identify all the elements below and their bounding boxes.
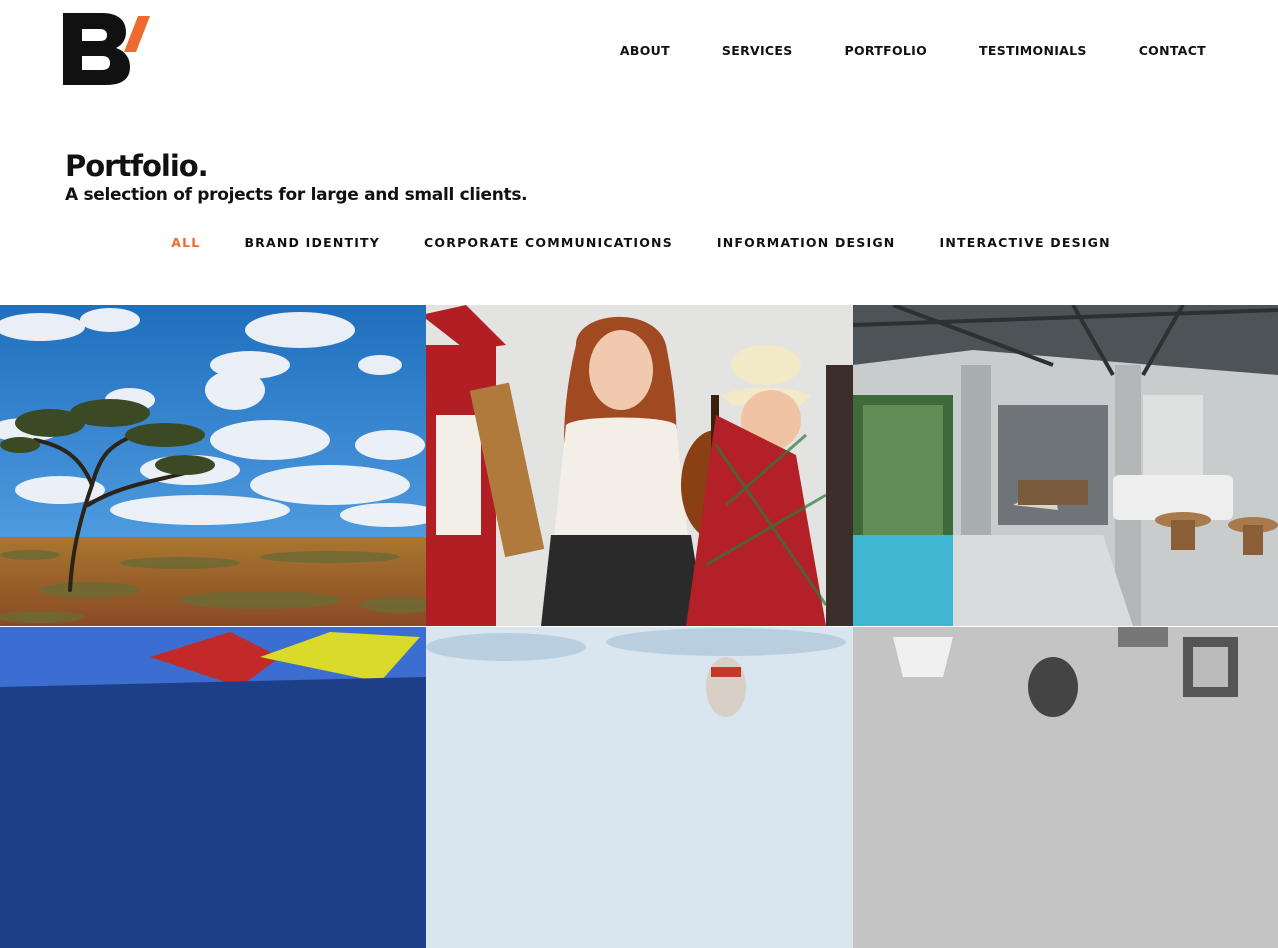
b-slash-logo-icon[interactable] xyxy=(62,12,152,87)
filter-information-design[interactable]: INFORMATION DESIGN xyxy=(717,235,896,250)
nav-about[interactable]: ABOUT xyxy=(620,43,670,58)
main-nav: ABOUT SERVICES PORTFOLIO TESTIMONIALS CO… xyxy=(620,43,1206,58)
nav-services[interactable]: SERVICES xyxy=(722,43,793,58)
nav-testimonials[interactable]: TESTIMONIALS xyxy=(979,43,1087,58)
filter-corporate-communications[interactable]: CORPORATE COMMUNICATIONS xyxy=(424,235,673,250)
portfolio-tile-outback-landscape[interactable] xyxy=(0,305,426,626)
portfolio-tile-musicians-portrait[interactable] xyxy=(426,305,853,626)
filter-interactive-design[interactable]: INTERACTIVE DESIGN xyxy=(939,235,1110,250)
page-subtitle: A selection of projects for large and sm… xyxy=(65,185,528,205)
portfolio-tile-villa-pool-interior[interactable] xyxy=(853,305,1278,626)
nav-portfolio[interactable]: PORTFOLIO xyxy=(845,43,928,58)
portfolio-grid xyxy=(0,305,1278,948)
site-header: ABOUT SERVICES PORTFOLIO TESTIMONIALS CO… xyxy=(0,0,1278,120)
intro-section: Portfolio. A selection of projects for l… xyxy=(65,149,528,205)
portfolio-tile-sky-scene[interactable] xyxy=(426,627,853,948)
page-title: Portfolio. xyxy=(65,149,209,183)
filter-brand-identity[interactable]: BRAND IDENTITY xyxy=(244,235,380,250)
filter-all[interactable]: ALL xyxy=(171,235,200,250)
portfolio-filters: ALL BRAND IDENTITY CORPORATE COMMUNICATI… xyxy=(0,235,1278,250)
portfolio-tile-black-and-white-interior[interactable] xyxy=(853,627,1278,948)
portfolio-tile-colorful-vehicle[interactable] xyxy=(0,627,426,948)
nav-contact[interactable]: CONTACT xyxy=(1139,43,1206,58)
